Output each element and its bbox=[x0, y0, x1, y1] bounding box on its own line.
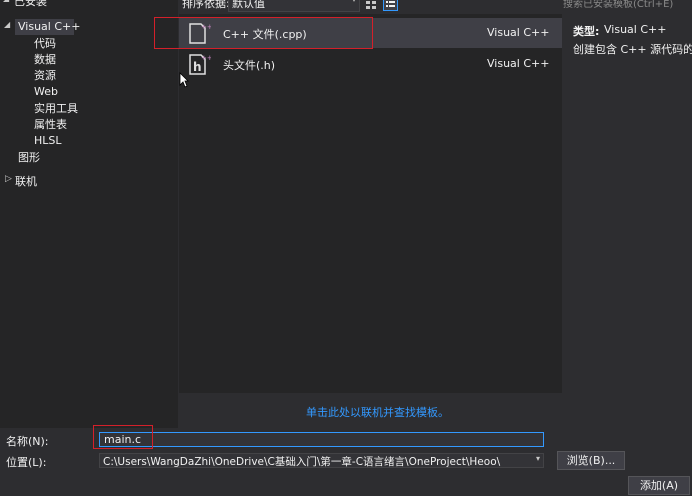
template-list: ++ C++ 文件(.cpp) Visual C++ h ++ 头文件(.h) … bbox=[179, 14, 562, 393]
expand-arrow-icon[interactable]: ▷ bbox=[5, 174, 15, 184]
tree-item-hlsl[interactable]: HLSL bbox=[34, 133, 62, 149]
svg-text:h: h bbox=[193, 60, 202, 74]
sort-label: 排序依据: bbox=[182, 0, 230, 10]
name-label: 名称(N): bbox=[6, 435, 49, 448]
list-view-icon[interactable] bbox=[383, 0, 398, 11]
highlight-box bbox=[93, 425, 153, 449]
sort-bar: 排序依据: 默认值 ▾ bbox=[178, 0, 562, 14]
sort-dropdown[interactable]: 默认值 ▾ bbox=[228, 0, 360, 12]
tree-item-data[interactable]: 数据 bbox=[34, 52, 56, 68]
template-language: Visual C++ bbox=[487, 26, 550, 39]
location-label: 位置(L): bbox=[6, 456, 47, 469]
add-button[interactable]: 添加(A) bbox=[628, 476, 690, 495]
tree-item-property-sheet[interactable]: 属性表 bbox=[34, 117, 67, 133]
template-name: 头文件(.h) bbox=[223, 59, 276, 72]
collapse-arrow-icon[interactable]: ◢ bbox=[3, 0, 13, 3]
template-description: 创建包含 C++ 源代码的文件 bbox=[573, 43, 692, 56]
highlight-box bbox=[154, 17, 373, 49]
type-label: 类型: bbox=[573, 25, 600, 38]
chevron-down-icon: ▾ bbox=[535, 454, 540, 463]
location-value: C:\Users\WangDaZhi\OneDrive\C基础入门\第一章-C语… bbox=[103, 456, 501, 468]
tree-item-code[interactable]: 代码 bbox=[34, 36, 56, 52]
browse-button[interactable]: 浏览(B)... bbox=[557, 451, 625, 470]
tree-item-online[interactable]: 联机 bbox=[15, 174, 37, 190]
template-language: Visual C++ bbox=[487, 57, 550, 70]
tree-item-resource[interactable]: 资源 bbox=[34, 68, 56, 84]
header-file-icon: h ++ bbox=[187, 52, 213, 76]
mouse-cursor-icon bbox=[179, 72, 189, 91]
collapse-arrow-icon[interactable]: ◢ bbox=[4, 20, 14, 29]
chevron-down-icon: ▾ bbox=[352, 0, 356, 4]
location-dropdown[interactable]: C:\Users\WangDaZhi\OneDrive\C基础入门\第一章-C语… bbox=[99, 453, 544, 468]
type-value: Visual C++ bbox=[604, 23, 667, 36]
sort-value: 默认值 bbox=[232, 0, 265, 10]
online-templates-link[interactable]: 单击此处以联机并查找模板。 bbox=[306, 404, 449, 420]
grid-view-icon[interactable] bbox=[366, 0, 376, 9]
tree-item-graphics[interactable]: 图形 bbox=[18, 150, 40, 166]
tree-item-visual-cpp[interactable]: Visual C++ bbox=[15, 19, 80, 35]
tree-item-installed[interactable]: 已安装 bbox=[14, 0, 47, 10]
svg-text:++: ++ bbox=[201, 54, 211, 62]
tree-item-web[interactable]: Web bbox=[34, 84, 58, 100]
details-panel: 类型: Visual C++ 创建包含 C++ 源代码的文件 bbox=[562, 0, 692, 428]
template-tree: ◢ 已安装 ◢ Visual C++ 代码 数据 资源 Web 实用工具 属性表… bbox=[0, 0, 178, 428]
template-row-header[interactable]: h ++ 头文件(.h) Visual C++ bbox=[179, 49, 562, 79]
tree-item-utility[interactable]: 实用工具 bbox=[34, 101, 78, 117]
name-field[interactable] bbox=[99, 432, 544, 447]
